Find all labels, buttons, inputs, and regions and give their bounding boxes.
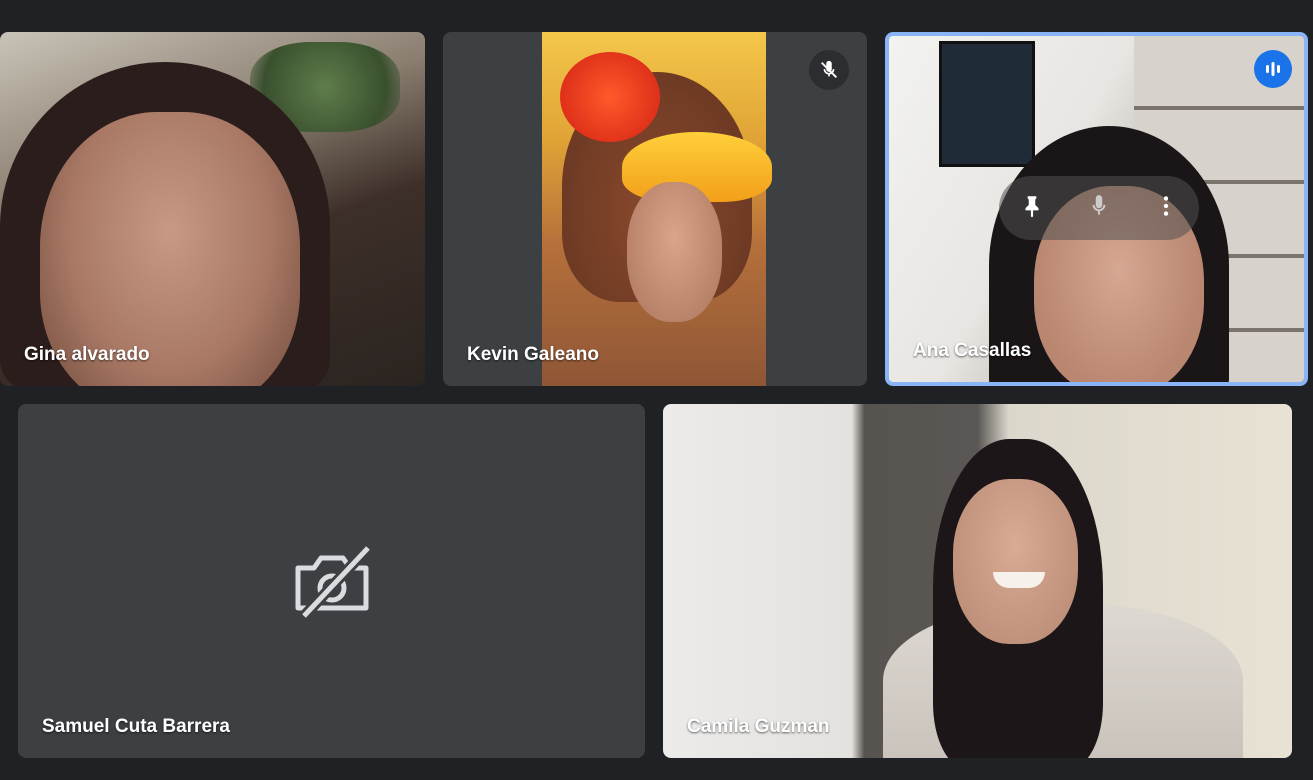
participant-tile-camila[interactable]: Camila Guzman	[663, 404, 1292, 758]
participant-name: Ana Casallas	[913, 340, 1032, 361]
tile-hover-controls	[999, 176, 1199, 240]
video-background	[939, 41, 1035, 167]
participant-name: Samuel Cuta Barrera	[42, 716, 230, 737]
participant-tile-kevin[interactable]: Kevin Galeano	[443, 32, 867, 386]
video-feed	[542, 32, 772, 386]
participant-tile-samuel[interactable]: Samuel Cuta Barrera	[18, 404, 645, 758]
participant-name: Camila Guzman	[687, 716, 830, 737]
participant-name: Kevin Galeano	[467, 344, 599, 365]
turkey-comb	[560, 52, 660, 142]
participant-tile-ana[interactable]: Ana Casallas	[885, 32, 1308, 386]
participant-tile-gina[interactable]: Gina alvarado	[0, 32, 425, 386]
speaking-indicator-icon	[1254, 50, 1292, 88]
mic-icon[interactable]	[1086, 193, 1112, 224]
pin-icon[interactable]	[1019, 193, 1045, 224]
video-feed-smile	[993, 572, 1045, 588]
more-vert-icon[interactable]	[1153, 193, 1179, 224]
participant-name: Gina alvarado	[24, 344, 150, 365]
mic-muted-icon	[809, 50, 849, 90]
video-feed-face	[627, 182, 722, 322]
camera-off-icon	[288, 544, 376, 625]
video-feed-face	[953, 479, 1078, 644]
